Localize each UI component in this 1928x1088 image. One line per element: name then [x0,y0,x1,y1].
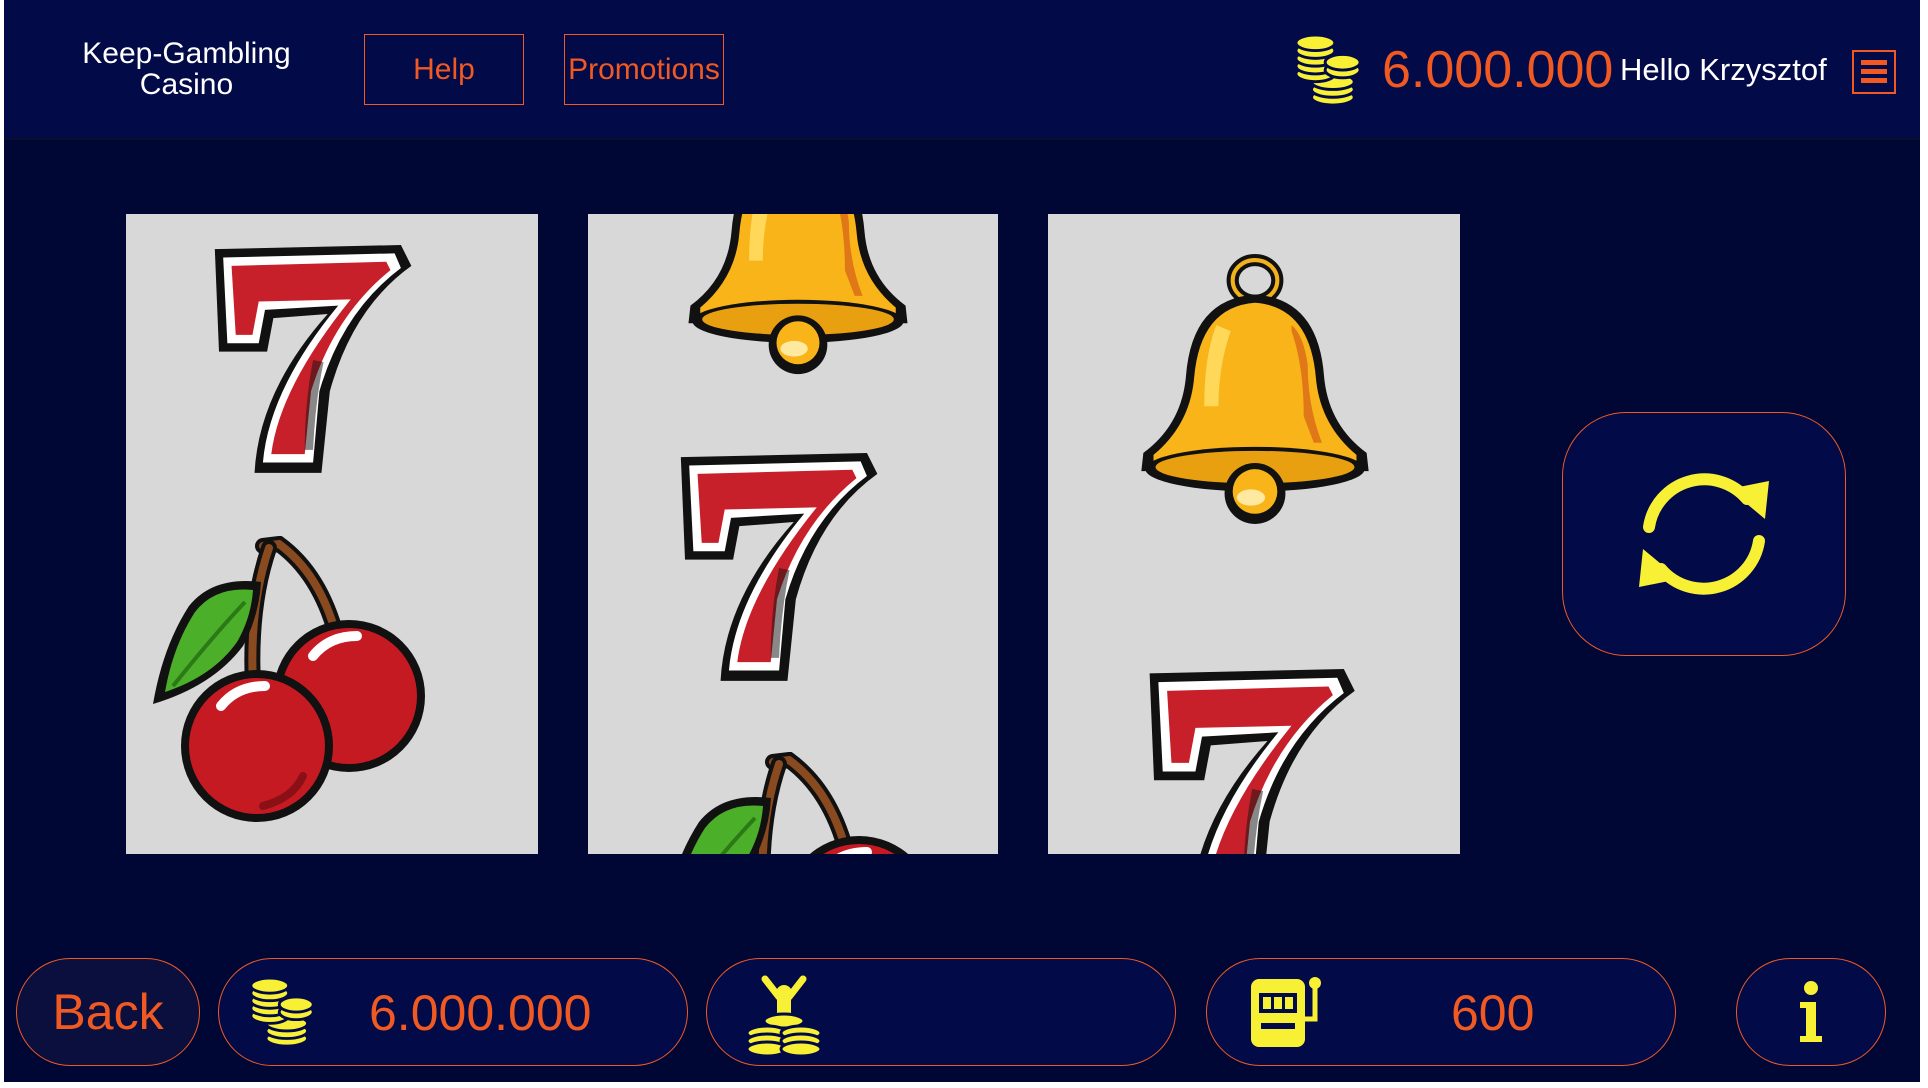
casino-app: Keep-Gambling Casino Help Promotions 6.0… [4,0,1920,1082]
cherry-symbol [148,536,448,826]
header-balance: 6.000.000 [1382,41,1614,99]
reel-2 [588,214,998,854]
user-greeting: Hello Krzysztof [1620,52,1827,87]
bell-symbol [668,214,928,378]
cherry-symbol [658,752,958,854]
spin-button[interactable] [1562,412,1846,656]
reel-3 [1048,214,1460,854]
info-button[interactable] [1736,958,1886,1066]
bell-symbol [1124,254,1386,528]
casino-logo[interactable]: Keep-Gambling Casino [54,38,319,100]
coin-stack-icon [249,977,315,1048]
top-bar: Keep-Gambling Casino Help Promotions 6.0… [4,0,1920,140]
logo-line-1: Keep-Gambling [82,37,291,70]
logo-line-2: Casino [139,68,234,101]
back-button[interactable]: Back [16,958,200,1066]
reel-1 [126,214,538,854]
hamburger-menu-icon[interactable] [1852,50,1896,94]
seven-symbol [1149,669,1355,854]
footer-balance: 6.000.000 [369,985,592,1041]
help-button[interactable]: Help [364,34,524,105]
refresh-icon [1639,473,1769,595]
seven-symbol [214,245,412,473]
promotions-button[interactable]: Promotions [564,34,724,105]
slot-machine-icon [1251,977,1321,1047]
balance-display: 6.000.000 [218,958,688,1066]
seven-symbol [680,453,878,681]
coin-stack-icon [1294,34,1362,107]
bet-amount: 600 [1451,985,1535,1041]
win-display [706,958,1176,1066]
info-icon [1800,981,1822,1042]
winner-coins-icon [745,975,823,1057]
bet-display[interactable]: 600 [1206,958,1676,1066]
